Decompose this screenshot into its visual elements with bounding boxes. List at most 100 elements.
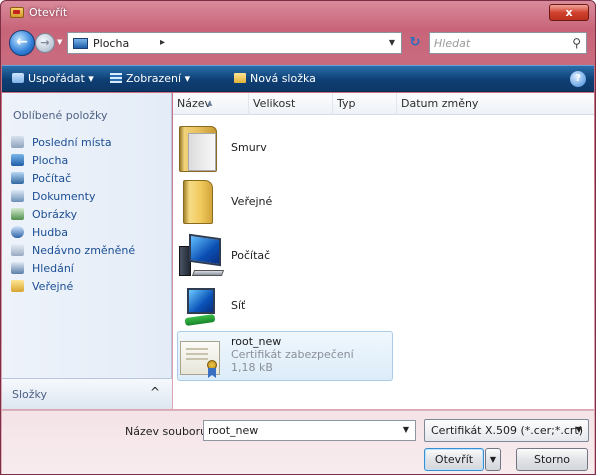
file-item-computer[interactable]: Počítač — [177, 231, 587, 285]
address-bar[interactable]: Plocha ▸ ▼ — [67, 32, 402, 54]
file-item-network[interactable]: Síť — [177, 281, 587, 335]
documents-icon — [11, 190, 24, 202]
cancel-button[interactable]: Storno — [516, 448, 588, 471]
favorite-label: Veřejné — [32, 279, 74, 293]
favorite-item-recently-changed[interactable]: Nedávno změněné — [11, 241, 135, 259]
views-icon — [110, 73, 122, 83]
address-row: ← → ▼ Plocha ▸ ▼ ↻ ⚲ — [1, 27, 595, 61]
favorite-item-desktop[interactable]: Plocha — [11, 151, 135, 169]
favorite-label: Hledání — [32, 261, 74, 275]
column-header-label: Velikost — [253, 97, 296, 110]
path-separator-icon[interactable]: ▸ — [160, 37, 165, 48]
filetype-dropdown-icon[interactable]: ▼ — [576, 425, 582, 434]
column-header-type[interactable]: Typ — [333, 93, 397, 115]
folder-icon — [183, 180, 213, 224]
favorite-label: Nedávno změněné — [32, 243, 136, 257]
back-button[interactable]: ← — [9, 30, 35, 56]
favorite-item-computer[interactable]: Počítač — [11, 169, 135, 187]
app-icon — [10, 7, 24, 18]
public-folder-icon — [11, 280, 24, 292]
organize-dropdown-icon: ▾ — [88, 72, 94, 85]
favorite-label: Obrázky — [32, 207, 78, 221]
computer-icon — [11, 172, 24, 184]
filename-input[interactable] — [208, 423, 388, 438]
dialog-footer: Název souboru: ▼ Certifikát X.509 (*.cer… — [2, 410, 594, 474]
help-icon[interactable]: ? — [570, 71, 586, 87]
favorite-label: Poslední místa — [32, 135, 112, 149]
filetype-value: Certifikát X.509 (*.cer;*.crt) — [431, 424, 584, 437]
column-header-name[interactable]: ▲ Název — [173, 93, 249, 115]
filename-label: Název souboru: — [125, 425, 211, 438]
organize-icon — [12, 73, 24, 83]
sort-ascending-icon: ▲ — [207, 99, 213, 107]
file-name: Počítač — [231, 249, 271, 262]
refresh-icon[interactable]: ↻ — [405, 34, 425, 52]
chevron-up-icon[interactable]: ^ — [150, 385, 160, 399]
recently-changed-icon — [11, 244, 24, 256]
favorite-label: Počítač — [32, 171, 72, 185]
file-name: Síť — [231, 299, 246, 312]
favorite-label: Plocha — [32, 153, 69, 167]
pictures-icon — [11, 208, 24, 220]
file-list-pane: ▲ Název Velikost Typ Datum změny Smurv V… — [173, 93, 594, 409]
forward-button[interactable]: → — [35, 33, 55, 53]
file-item-root-new-selected[interactable]: root_new Certifikát zabezpečení 1,18 kB — [177, 331, 393, 381]
open-options-dropdown-icon[interactable]: ▼ — [485, 448, 501, 471]
folders-label: Složky — [12, 388, 48, 401]
favorite-label: Hudba — [32, 225, 68, 239]
views-button[interactable]: Zobrazení ▾ — [110, 72, 190, 85]
favorite-label: Dokumenty — [32, 189, 96, 203]
column-header-size[interactable]: Velikost — [249, 93, 333, 115]
favorite-item-music[interactable]: Hudba — [11, 223, 135, 241]
file-name: Veřejné — [231, 195, 273, 208]
navigation-pane: Oblíbené položky Poslední místa Plocha P… — [2, 93, 172, 409]
address-dropdown-icon[interactable]: ▼ — [389, 38, 395, 47]
new-folder-button[interactable]: Nová složka — [234, 72, 316, 85]
views-label: Zobrazení — [126, 72, 182, 85]
favorite-item-pictures[interactable]: Obrázky — [11, 205, 135, 223]
file-name: root_new — [231, 335, 282, 348]
file-type: Certifikát zabezpečení — [231, 348, 354, 361]
address-path[interactable]: Plocha — [93, 37, 129, 50]
favorite-item-documents[interactable]: Dokumenty — [11, 187, 135, 205]
music-icon — [11, 226, 24, 238]
search-box[interactable]: ⚲ — [429, 32, 587, 54]
column-headers: ▲ Název Velikost Typ Datum změny — [173, 93, 594, 115]
user-folder-icon — [179, 126, 217, 172]
open-button[interactable]: Otevřít — [424, 448, 484, 471]
desktop-icon — [73, 38, 88, 49]
network-icon — [179, 284, 223, 330]
window-title: Otevřít — [29, 6, 68, 19]
search-input[interactable] — [434, 35, 564, 51]
favorites-list: Poslední místa Plocha Počítač Dokumenty … — [11, 133, 135, 295]
computer-icon — [179, 233, 225, 280]
close-button[interactable]: x — [549, 4, 589, 21]
new-folder-label: Nová složka — [250, 72, 316, 85]
file-item-public[interactable]: Veřejné — [177, 177, 587, 231]
filename-combobox[interactable]: ▼ — [203, 420, 416, 441]
folders-toggle[interactable]: Složky ^ — [2, 378, 172, 409]
column-header-label: Typ — [337, 97, 356, 110]
favorite-item-searches[interactable]: Hledání — [11, 259, 135, 277]
column-header-date-modified[interactable]: Datum změny — [397, 93, 594, 115]
file-item-smurv[interactable]: Smurv — [177, 123, 587, 177]
filetype-select[interactable]: Certifikát X.509 (*.cer;*.crt) ▼ — [424, 419, 589, 442]
favorite-item-public[interactable]: Veřejné — [11, 277, 135, 295]
new-folder-icon — [234, 73, 246, 83]
organize-label: Uspořádat — [28, 72, 85, 85]
certificate-icon — [180, 341, 220, 378]
file-size: 1,18 kB — [231, 361, 273, 374]
favorite-item-recent-places[interactable]: Poslední místa — [11, 133, 135, 151]
recent-places-icon — [11, 136, 24, 148]
search-icon[interactable]: ⚲ — [572, 36, 581, 50]
recent-pages-dropdown-icon[interactable]: ▼ — [57, 38, 62, 46]
organize-button[interactable]: Uspořádat ▾ — [12, 72, 94, 85]
views-dropdown-icon: ▾ — [184, 72, 191, 85]
desktop-icon — [11, 154, 24, 166]
filename-dropdown-icon[interactable]: ▼ — [403, 425, 409, 434]
command-toolbar: Uspořádat ▾ Zobrazení ▾ Nová složka ? — [2, 65, 594, 92]
favorites-header: Oblíbené položky — [13, 109, 108, 122]
title-bar[interactable]: Otevřít x — [1, 1, 595, 25]
file-name: Smurv — [231, 141, 267, 154]
searches-icon — [11, 262, 24, 274]
